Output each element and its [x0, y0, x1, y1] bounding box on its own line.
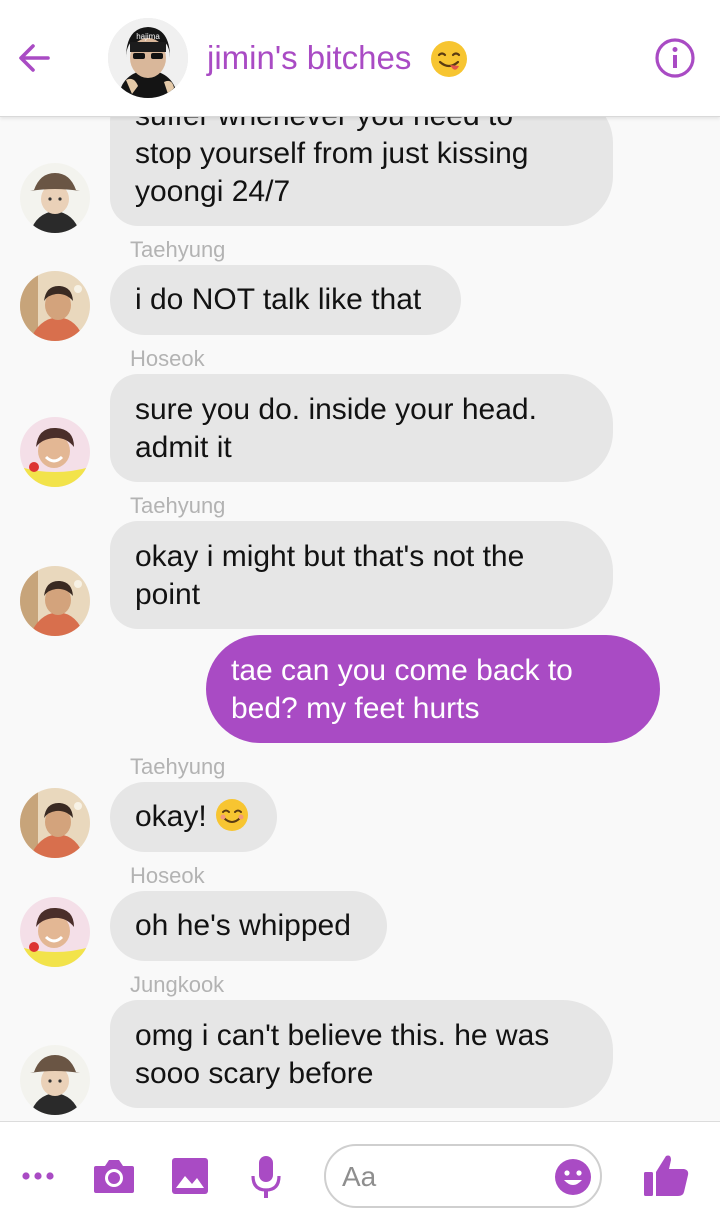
taehyung-avatar[interactable] [20, 788, 90, 858]
message-text: omg i can't believe this. he was sooo sc… [135, 1019, 550, 1090]
message-text: sure you do. inside your head. admit it [135, 393, 537, 464]
more-icon[interactable] [20, 1162, 56, 1190]
hat-avatar[interactable] [20, 163, 90, 233]
thumbs-up-icon[interactable] [642, 1152, 690, 1198]
sender-name: Taehyung [130, 754, 226, 779]
hoseok-avatar-image [20, 897, 90, 967]
message-text: oh he's whipped [135, 909, 351, 942]
message-bubble[interactable]: omg i can't believe this. he was sooo sc… [110, 1000, 613, 1108]
image-icon[interactable] [170, 1156, 210, 1196]
smiling-face-icon [215, 799, 248, 831]
hat-avatar-image [20, 1045, 90, 1115]
sender-name: Jungkook [130, 972, 225, 997]
hoseok-avatar[interactable] [20, 417, 90, 487]
message-bubble[interactable]: okay i might but that's not the point [110, 521, 613, 629]
message-input-box[interactable] [324, 1144, 602, 1208]
camera-icon[interactable] [92, 1156, 136, 1196]
face-savoring-food-icon [431, 41, 467, 77]
message-text: okay! [135, 800, 207, 833]
message-input[interactable] [340, 1158, 544, 1196]
group-avatar[interactable]: hajima [108, 18, 188, 98]
message-list[interactable]: suffer whenever you need to stop yoursel… [0, 117, 720, 1121]
composer-bar [0, 1121, 720, 1230]
microphone-icon[interactable] [248, 1154, 284, 1200]
sender-name: Hoseok [130, 346, 205, 371]
emoji-icon[interactable] [554, 1158, 592, 1196]
hat-avatar-image [20, 163, 90, 233]
message-bubble[interactable]: i do NOT talk like that [110, 265, 461, 335]
taehyung-avatar-image [20, 271, 90, 341]
hat-avatar[interactable] [20, 1045, 90, 1115]
message-text: i do NOT talk like that [135, 283, 422, 316]
back-arrow-icon[interactable] [14, 38, 54, 78]
message-text: okay i might but that's not the point [135, 540, 525, 611]
taehyung-avatar[interactable] [20, 271, 90, 341]
message-bubble[interactable]: sure you do. inside your head. admit it [110, 374, 613, 482]
info-icon[interactable] [653, 36, 697, 80]
message-text: tae can you come back to bed? my feet hu… [231, 654, 573, 725]
taehyung-avatar-image [20, 566, 90, 636]
sender-name: Hoseok [130, 863, 205, 888]
message-text: suffer whenever you need to stop yoursel… [135, 117, 529, 208]
hoseok-avatar[interactable] [20, 897, 90, 967]
taehyung-avatar[interactable] [20, 566, 90, 636]
sender-name: Taehyung [130, 493, 226, 518]
chat-title[interactable]: jimin's bitches [207, 36, 411, 80]
chat-header: hajima jimin's bitches [0, 0, 720, 117]
sender-name: Taehyung [130, 237, 226, 262]
group-avatar-image: hajima [108, 18, 188, 98]
hoseok-avatar-image [20, 417, 90, 487]
own-message-bubble[interactable]: tae can you come back to bed? my feet hu… [206, 635, 660, 743]
message-bubble[interactable]: suffer whenever you need to stop yoursel… [110, 117, 613, 226]
message-bubble[interactable]: oh he's whipped [110, 891, 387, 961]
message-bubble[interactable]: okay! [110, 782, 277, 852]
taehyung-avatar-image [20, 788, 90, 858]
avatar-caption: hajima [136, 32, 160, 41]
